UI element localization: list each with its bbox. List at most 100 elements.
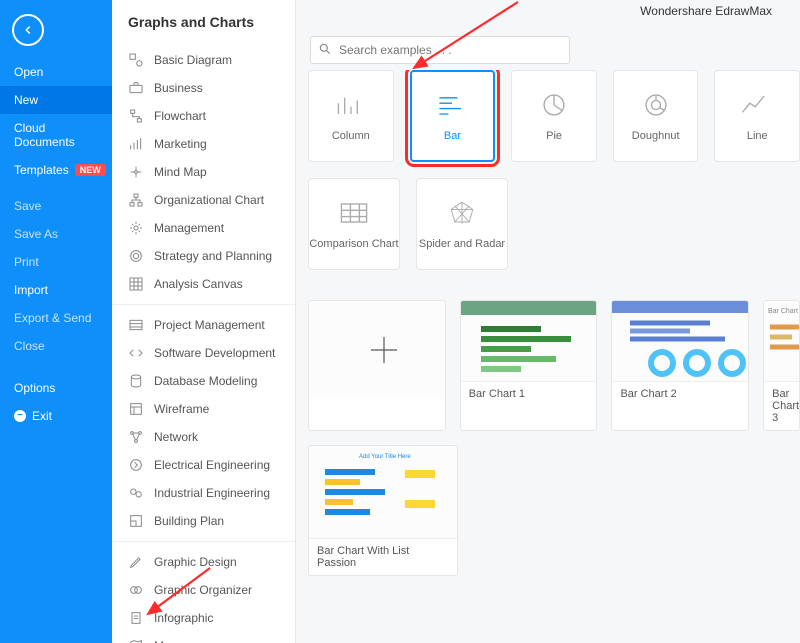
chart-type-pie[interactable]: Pie [511, 70, 597, 162]
category-item-map[interactable]: Map [112, 632, 295, 643]
canvas: Column Bar PieDoughnutLine Comparison Char… [296, 70, 800, 643]
template-bar3[interactable]: Bar ChartBar Chart 3 [763, 300, 800, 431]
shapes-icon [128, 52, 144, 68]
nav-item-clouddocs[interactable]: Cloud Documents [0, 114, 112, 156]
nav-item-label: Export & Send [14, 311, 91, 325]
nav-item-label: Cloud Documents [14, 121, 98, 149]
category-item-wireframe[interactable]: Wireframe [112, 395, 295, 423]
signal-icon [128, 136, 144, 152]
category-item-management[interactable]: Management [112, 214, 295, 242]
code-icon [128, 345, 144, 361]
template-barlist[interactable]: Add Your Title HereBar Chart With List P… [308, 445, 458, 576]
template-label: Bar Chart 2 [612, 381, 748, 406]
chart-type-label: Column [332, 130, 370, 142]
category-item-label: Network [154, 430, 198, 444]
nav-item-import[interactable]: Import [0, 276, 112, 304]
nav-item-label: Close [14, 339, 45, 353]
template-blank[interactable] [308, 300, 446, 431]
chart-type-comparison[interactable]: Comparison Chart [308, 178, 400, 270]
nav-item-open[interactable]: Open [0, 58, 112, 86]
category-scroll[interactable]: Basic Diagram Business Flowchart Marketing M… [112, 40, 295, 643]
category-item-label: Building Plan [154, 514, 224, 528]
template-label: Bar Chart 3 [764, 381, 799, 430]
search-icon [318, 42, 332, 56]
category-item-network[interactable]: Network [112, 423, 295, 451]
nav-item-close[interactable]: Close [0, 332, 112, 360]
category-item-marketing[interactable]: Marketing [112, 130, 295, 158]
template-row-2: Add Your Title HereBar Chart With List P… [304, 445, 800, 576]
category-item-building-plan[interactable]: Building Plan [112, 507, 295, 535]
back-button[interactable] [12, 14, 44, 46]
nav-item-label: Save As [14, 227, 58, 241]
category-item-industrial-engineering[interactable]: Industrial Engineering [112, 479, 295, 507]
category-title: Graphs and Charts [112, 0, 295, 40]
line-icon [739, 90, 775, 120]
category-item-graphic-organizer[interactable]: Graphic Organizer [112, 576, 295, 604]
exit-icon: − [14, 410, 26, 422]
template-bar1[interactable]: Bar Chart 1 [460, 300, 598, 431]
nav-item-print[interactable]: Print [0, 248, 112, 276]
category-item-label: Electrical Engineering [154, 458, 270, 472]
category-item-label: Basic Diagram [154, 53, 232, 67]
category-item-software-development[interactable]: Software Development [112, 339, 295, 367]
template-thumb: Add Your Title Here [309, 446, 458, 538]
pencil-icon [128, 554, 144, 570]
category-item-basic-diagram[interactable]: Basic Diagram [112, 46, 295, 74]
nav-item-label: Import [14, 283, 48, 297]
chart-type-bar[interactable]: Bar [410, 70, 496, 162]
category-item-flowchart[interactable]: Flowchart [112, 102, 295, 130]
comparison-icon [336, 198, 372, 228]
chart-type-spider[interactable]: Spider and Radar [416, 178, 508, 270]
category-item-electrical-engineering[interactable]: Electrical Engineering [112, 451, 295, 479]
elec-icon [128, 457, 144, 473]
category-item-label: Infographic [154, 611, 213, 625]
category-item-label: Flowchart [154, 109, 206, 123]
gear-icon [128, 220, 144, 236]
nav-item-saveas[interactable]: Save As [0, 220, 112, 248]
wire-icon [128, 401, 144, 417]
main-area: Wondershare EdrawMax ColumnBarPieDoughnu… [296, 0, 800, 643]
chart-type-label: Bar [444, 130, 461, 142]
category-item-organizational-chart[interactable]: Organizational Chart [112, 186, 295, 214]
template-label: Bar Chart 1 [461, 381, 597, 406]
search-input[interactable] [310, 36, 570, 64]
category-item-label: Mind Map [154, 165, 207, 179]
category-item-project-management[interactable]: Project Management [112, 311, 295, 339]
nav-item-label: Print [14, 255, 39, 269]
nav-item-label: Templates [14, 163, 69, 177]
category-item-label: Analysis Canvas [154, 277, 243, 291]
bars-icon [128, 317, 144, 333]
nav-item-new[interactable]: New [0, 86, 112, 114]
template-bar2[interactable]: Bar Chart 2 [611, 300, 749, 431]
category-item-label: Map [154, 639, 177, 643]
template-thumb [461, 301, 598, 381]
category-item-label: Management [154, 221, 224, 235]
nav-item-templates[interactable]: TemplatesNEW [0, 156, 112, 184]
doughnut-icon [638, 90, 674, 120]
category-item-graphic-design[interactable]: Graphic Design [112, 548, 295, 576]
category-item-infographic[interactable]: Infographic [112, 604, 295, 632]
category-item-label: Strategy and Planning [154, 249, 272, 263]
column-icon [333, 90, 369, 120]
chart-type-doughnut[interactable]: Doughnut [613, 70, 699, 162]
nav-item-label: Options [14, 381, 55, 395]
nav-item-label: Open [14, 65, 43, 79]
flow-icon [128, 108, 144, 124]
pie-icon [536, 90, 572, 120]
category-item-business[interactable]: Business [112, 74, 295, 102]
category-item-analysis-canvas[interactable]: Analysis Canvas [112, 270, 295, 298]
chart-type-line[interactable]: Line [714, 70, 800, 162]
chart-type-row-1: Column Bar PieDoughnutLine [304, 70, 800, 162]
nav-item-save[interactable]: Save [0, 192, 112, 220]
category-item-label: Database Modeling [154, 374, 257, 388]
nav-item-options[interactable]: Options [0, 374, 112, 402]
template-thumb: Bar Chart [764, 301, 800, 381]
db-icon [128, 373, 144, 389]
category-item-database-modeling[interactable]: Database Modeling [112, 367, 295, 395]
nav-item-export[interactable]: Export & Send [0, 304, 112, 332]
chart-type-column[interactable]: Column [308, 70, 394, 162]
nav-item-exit[interactable]: −Exit [0, 402, 112, 430]
category-item-label: Business [154, 81, 203, 95]
category-item-strategy-and-planning[interactable]: Strategy and Planning [112, 242, 295, 270]
category-item-mind-map[interactable]: Mind Map [112, 158, 295, 186]
